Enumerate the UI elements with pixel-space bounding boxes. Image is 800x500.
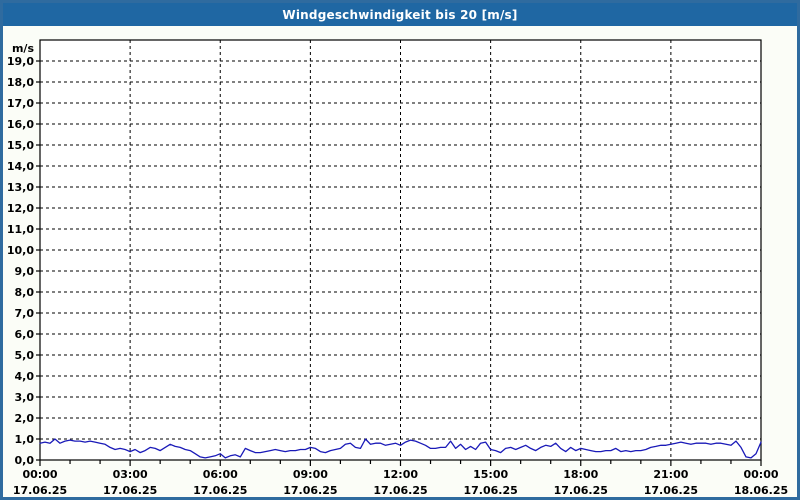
y-tick-label: 18,0: [7, 76, 34, 89]
x-tick-time-label: 00:00: [22, 468, 57, 481]
x-tick-date-label: 17.06.25: [103, 484, 157, 497]
y-tick-label: 16,0: [7, 118, 34, 131]
x-tick-date-label: 17.06.25: [283, 484, 337, 497]
x-tick-time-label: 21:00: [653, 468, 688, 481]
x-tick-date-label: 17.06.25: [13, 484, 67, 497]
y-tick-label: 1,0: [15, 433, 35, 446]
chart-title: Windgeschwindigkeit bis 20 [m/s]: [282, 7, 518, 22]
y-tick-label: 12,0: [7, 202, 34, 215]
y-axis-unit-label: m/s: [12, 42, 34, 55]
y-tick-label: 15,0: [7, 139, 34, 152]
chart-window: Windgeschwindigkeit bis 20 [m/s] 0,0 1,0 2…: [0, 0, 800, 500]
x-tick-date-label: 17.06.25: [554, 484, 608, 497]
wind-speed-chart: 0,0 1,0 2,0 3,0 4,0 5,0 6,0 7,0 8,0 9,0 10,0 11,0 12…: [7, 39, 788, 497]
y-tick-label: 14,0: [7, 160, 34, 173]
y-tick-label: 19,0: [7, 55, 34, 68]
x-tick-date-label: 18.06.25: [734, 484, 788, 497]
x-tick-time-label: 09:00: [293, 468, 328, 481]
title-bar: Windgeschwindigkeit bis 20 [m/s]: [3, 3, 797, 26]
x-tick-time-label: 15:00: [473, 468, 508, 481]
y-tick-label: 5,0: [15, 349, 35, 362]
y-tick-label: 9,0: [15, 265, 35, 278]
y-tick-label: 6,0: [15, 328, 35, 341]
x-tick-time-label: 00:00: [743, 468, 778, 481]
x-tick-date-label: 17.06.25: [373, 484, 427, 497]
y-tick-label: 0,0: [15, 454, 35, 467]
y-tick-label: 3,0: [15, 391, 35, 404]
y-tick-label: 11,0: [7, 223, 34, 236]
x-tick-time-label: 06:00: [203, 468, 238, 481]
y-tick-label: 13,0: [7, 181, 34, 194]
y-tick-label: 17,0: [7, 97, 34, 110]
chart-area: 0,0 1,0 2,0 3,0 4,0 5,0 6,0 7,0 8,0 9,0 10,0 11,0 12…: [3, 26, 797, 497]
y-tick-label: 4,0: [15, 370, 35, 383]
x-tick-date-label: 17.06.25: [463, 484, 517, 497]
x-tick-date-label: 17.06.25: [193, 484, 247, 497]
x-tick-time-label: 18:00: [563, 468, 598, 481]
x-tick-date-label: 17.06.25: [644, 484, 698, 497]
y-tick-label: 7,0: [15, 307, 35, 320]
y-tick-label: 8,0: [15, 286, 35, 299]
y-tick-label: 2,0: [15, 412, 35, 425]
x-tick-time-label: 12:00: [383, 468, 418, 481]
y-tick-label: 10,0: [7, 244, 34, 257]
x-tick-time-label: 03:00: [113, 468, 148, 481]
